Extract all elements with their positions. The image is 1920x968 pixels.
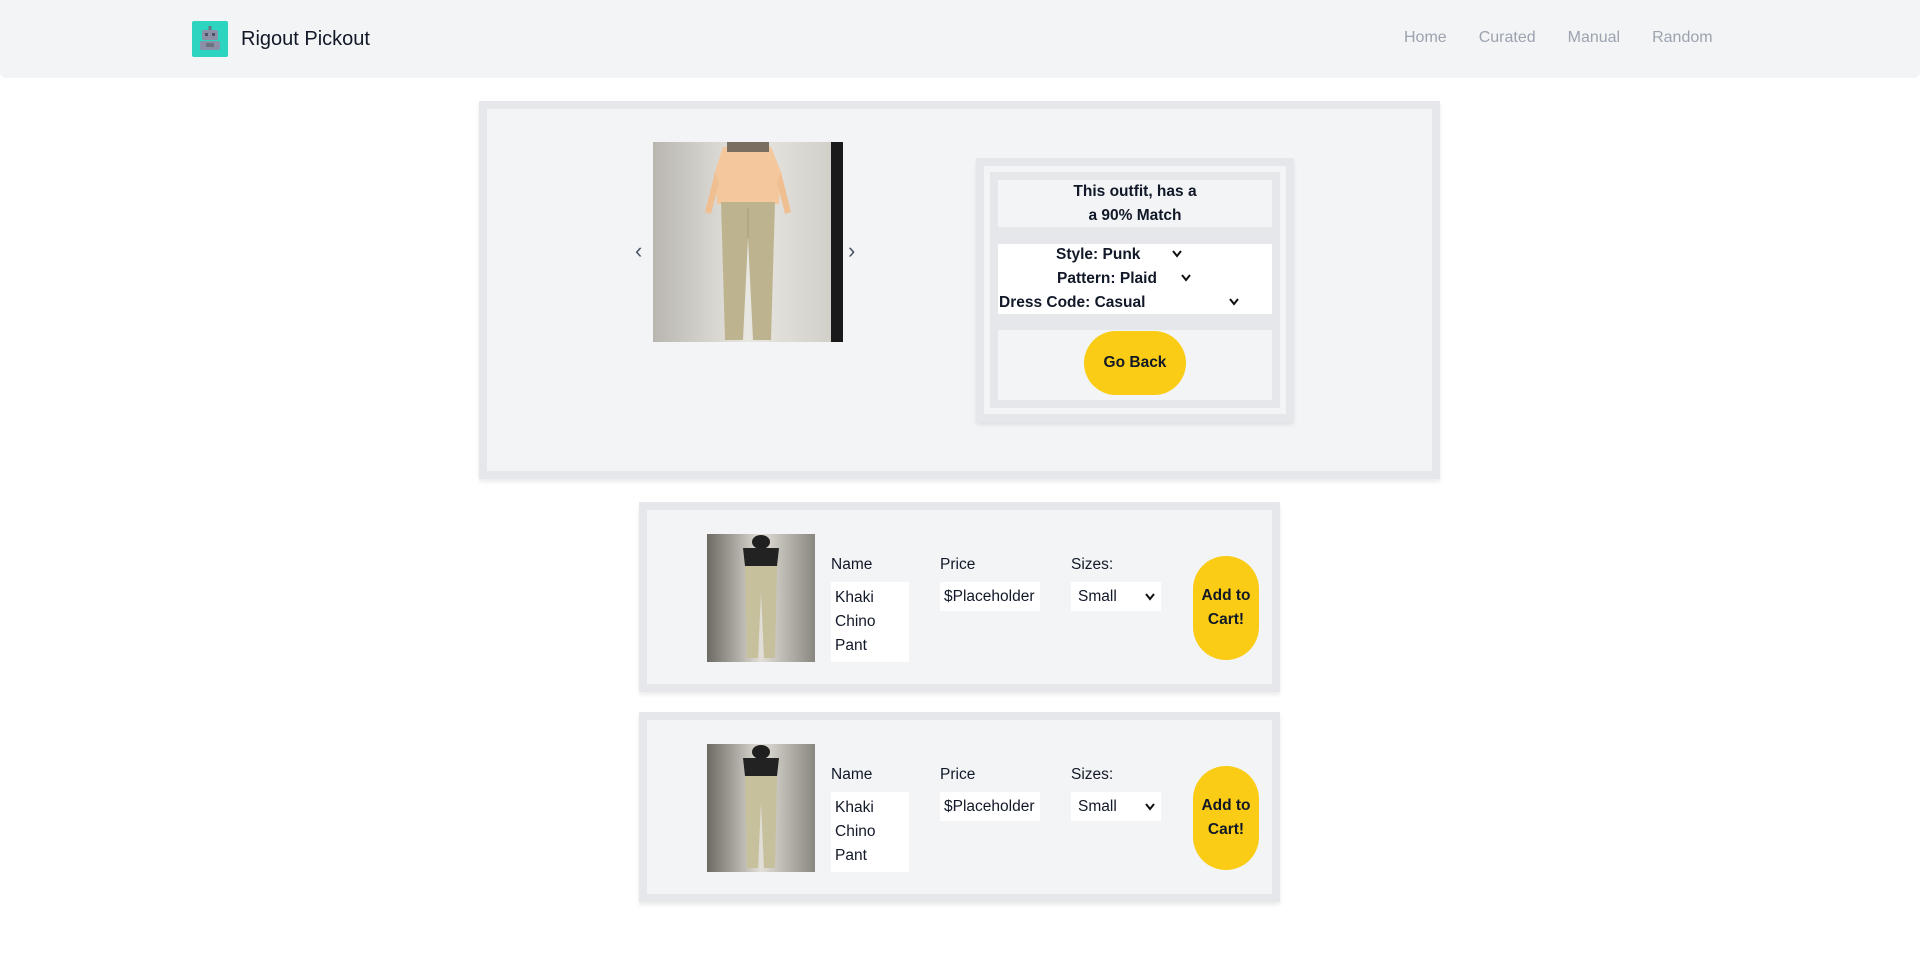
match-panel-inner: This outfit, has a a 90% Match Style: Pu…: [990, 172, 1280, 408]
main-nav: Home Curated Manual Random: [1404, 29, 1745, 47]
style-select-value: Style: Punk: [1056, 246, 1141, 263]
go-back-button[interactable]: Go Back: [1084, 331, 1186, 395]
product-card: Name Khaki Chino Pant Price $Placeholder…: [639, 502, 1280, 692]
name-label: Name: [831, 766, 873, 783]
match-line-2: a 90% Match: [1088, 207, 1182, 224]
chevron-down-icon: [1181, 273, 1191, 285]
product-image: [707, 534, 815, 662]
product-name-field[interactable]: Khaki Chino Pant: [831, 792, 909, 872]
add-to-cart-button[interactable]: Add to Cart!: [1193, 766, 1259, 870]
price-label: Price: [940, 766, 976, 783]
product-name-field[interactable]: Khaki Chino Pant: [831, 582, 909, 662]
product-price-field[interactable]: $Placeholder: [940, 582, 1040, 611]
size-select[interactable]: Small: [1071, 582, 1161, 611]
dress-code-select-value: Dress Code: Casual: [999, 294, 1146, 311]
dress-code-select[interactable]: Dress Code: Casual: [999, 294, 1240, 312]
top-navbar: Rigout Pickout Home Curated Manual Rando…: [0, 0, 1920, 78]
size-select[interactable]: Small: [1071, 792, 1161, 821]
size-select-value: Small: [1078, 798, 1117, 815]
add-to-cart-button[interactable]: Add to Cart!: [1193, 556, 1259, 660]
size-select-value: Small: [1078, 588, 1117, 605]
go-back-container: Go Back: [998, 330, 1272, 400]
price-label: Price: [940, 556, 976, 573]
carousel-next-icon[interactable]: ›: [848, 240, 855, 262]
nav-manual-link[interactable]: Manual: [1568, 29, 1620, 47]
match-panel: This outfit, has a a 90% Match Style: Pu…: [976, 158, 1294, 422]
name-label: Name: [831, 556, 873, 573]
nav-home-link[interactable]: Home: [1404, 29, 1447, 47]
chevron-down-icon: [1172, 249, 1183, 261]
nav-curated-link[interactable]: Curated: [1479, 29, 1536, 47]
match-summary: This outfit, has a a 90% Match: [998, 180, 1272, 227]
style-select[interactable]: Style: Punk: [1056, 246, 1183, 264]
product-card: Name Khaki Chino Pant Price $Placeholder…: [639, 712, 1280, 902]
sizes-label: Sizes:: [1071, 766, 1114, 783]
brand-name: Rigout Pickout: [241, 27, 370, 50]
match-line-1: This outfit, has a: [1073, 183, 1197, 200]
outfit-image: [653, 142, 843, 342]
chevron-down-icon: [1145, 792, 1155, 821]
pattern-select-value: Pattern: Plaid: [1057, 270, 1157, 287]
pattern-select[interactable]: Pattern: Plaid: [1057, 270, 1191, 288]
sizes-label: Sizes:: [1071, 556, 1114, 573]
brand[interactable]: Rigout Pickout: [192, 21, 370, 57]
nav-random-link[interactable]: Random: [1652, 29, 1712, 47]
robot-icon: [192, 21, 228, 57]
filter-group: Style: Punk Pattern: Plaid Dress Code: C…: [998, 244, 1272, 314]
outfit-panel: [479, 101, 1440, 479]
chevron-down-icon: [1229, 297, 1240, 309]
chevron-down-icon: [1145, 582, 1155, 611]
product-price-field[interactable]: $Placeholder: [940, 792, 1040, 821]
product-image: [707, 744, 815, 872]
carousel-prev-icon[interactable]: ‹: [635, 240, 642, 262]
